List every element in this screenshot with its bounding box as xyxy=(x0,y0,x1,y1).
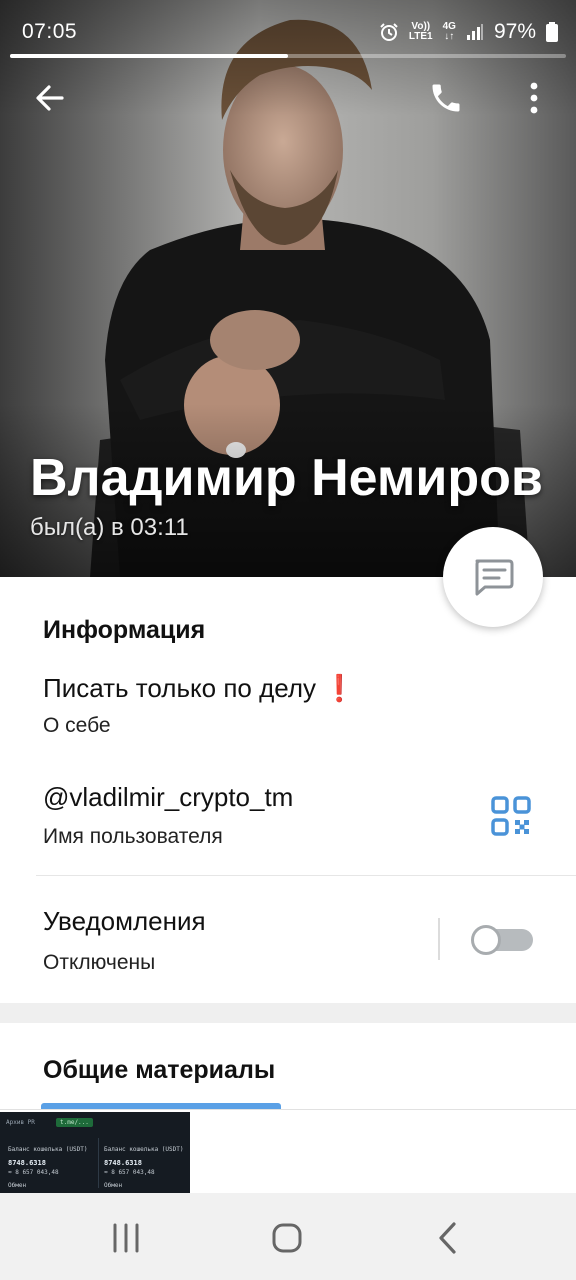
arrow-left-icon xyxy=(36,85,64,111)
thumb-col2-label: Баланс кошелька (USDT) xyxy=(104,1146,184,1153)
volte-icon: Vo)) LTE1 xyxy=(409,22,433,42)
shared-tab-divider xyxy=(0,1109,576,1110)
status-time: 07:05 xyxy=(22,20,78,43)
back-chevron-icon xyxy=(439,1222,456,1254)
more-vertical-icon xyxy=(530,82,538,114)
thumb-col1-sub: ≈ 8 657 043,48 xyxy=(8,1169,59,1176)
thumb-col1-value: 8748.6318 xyxy=(8,1159,46,1167)
exclamation-emoji: ❗ xyxy=(323,673,356,703)
system-navigation-bar xyxy=(0,1193,576,1280)
story-progress-track xyxy=(10,54,566,58)
alarm-icon xyxy=(380,23,398,41)
phone-icon xyxy=(432,84,460,112)
thumb-divider xyxy=(98,1138,99,1188)
bio-text: Писать только по делу xyxy=(43,673,317,703)
thumb-col2-foot: Обмен xyxy=(104,1182,123,1189)
recent-apps-button[interactable] xyxy=(103,1215,149,1261)
more-menu-button[interactable] xyxy=(506,70,562,126)
last-seen-status: был(а) в 03:11 xyxy=(30,514,189,541)
send-message-button[interactable] xyxy=(443,527,543,627)
username-label: Имя пользователя xyxy=(43,825,223,848)
story-progress-fill xyxy=(10,54,288,58)
battery-level: 97% xyxy=(493,20,536,43)
status-bar: 07:05 Vo)) LTE1 4G ↓↑ 97% xyxy=(0,0,576,62)
toggle-separator xyxy=(438,918,440,960)
shared-media-thumbnail[interactable]: Архив PR t.me/... Баланс кошелька (USDT)… xyxy=(0,1112,190,1193)
status-icons: Vo)) LTE1 4G ↓↑ 97% xyxy=(379,20,558,44)
recent-apps-icon xyxy=(113,1223,139,1253)
battery-icon xyxy=(546,22,558,42)
username-value[interactable]: @vladilmir_crypto_tm xyxy=(43,782,293,813)
notifications-status: Отключены xyxy=(43,951,156,974)
home-icon xyxy=(272,1223,302,1253)
toggle-knob xyxy=(471,925,501,955)
info-divider xyxy=(36,875,576,876)
qr-code-icon xyxy=(491,796,531,836)
qr-code-button[interactable] xyxy=(490,795,532,837)
system-back-button[interactable] xyxy=(425,1215,471,1261)
thumb-col1-foot: Обмен xyxy=(8,1182,27,1189)
thumb-col1-label: Баланс кошелька (USDT) xyxy=(8,1146,88,1153)
thumb-chip-right: t.me/... xyxy=(56,1118,93,1127)
profile-photo-header[interactable]: 07:05 Vo)) LTE1 4G ↓↑ 97% Владимир Немир… xyxy=(0,0,576,577)
bio-value[interactable]: Писать только по делу ❗ xyxy=(43,673,356,704)
section-separator xyxy=(0,1003,576,1023)
thumb-column-2: Баланс кошелька (USDT) 8748.6318 ≈ 8 657… xyxy=(104,1146,183,1189)
thumb-column-1: Баланс кошелька (USDT) 8748.6318 ≈ 8 657… xyxy=(8,1146,87,1189)
info-section-title: Информация xyxy=(43,616,206,644)
call-button[interactable] xyxy=(418,70,474,126)
notifications-toggle[interactable] xyxy=(471,925,533,955)
shared-media-title: Общие материалы xyxy=(43,1056,276,1084)
volte-bottom: LTE1 xyxy=(408,31,433,42)
back-button[interactable] xyxy=(22,70,78,126)
notifications-title[interactable]: Уведомления xyxy=(43,906,206,937)
data-arrows-icon: 4G ↓↑ xyxy=(442,21,456,42)
signal-icon xyxy=(466,24,483,40)
message-icon xyxy=(475,559,514,596)
thumb-col2-sub: ≈ 8 657 043,48 xyxy=(104,1169,155,1176)
profile-name: Владимир Немиров xyxy=(30,449,543,507)
home-button[interactable] xyxy=(264,1215,310,1261)
bio-label: О себе xyxy=(43,714,111,737)
thumb-col2-value: 8748.6318 xyxy=(104,1159,142,1167)
thumb-chip-left: Архив PR xyxy=(6,1119,35,1126)
